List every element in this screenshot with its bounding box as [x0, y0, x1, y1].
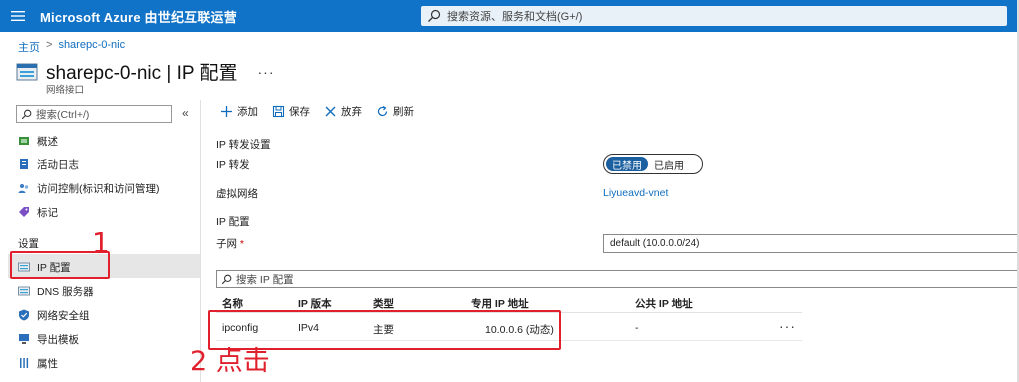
sidebar-item-label: 访问控制(标识和访问管理) [37, 182, 160, 195]
breadcrumb-home[interactable]: 主页 [18, 39, 40, 55]
add-label: 添加 [237, 106, 258, 118]
add-button[interactable]: 添加 [220, 104, 258, 119]
sidebar-item-label: 概述 [37, 135, 58, 148]
sidebar-search-placeholder: 搜索(Ctrl+/) [36, 108, 90, 121]
sidebar-item-label: 网络安全组 [37, 309, 90, 322]
properties-icon [20, 358, 29, 368]
sidebar-item-label: 导出模板 [37, 333, 79, 346]
column-header-ip-version[interactable]: IP 版本 [298, 296, 332, 311]
tag-icon [19, 207, 29, 217]
activity-log-icon [20, 159, 28, 169]
overview-icon [19, 137, 29, 145]
sidebar-item-export-template[interactable]: 导出模板 [18, 328, 79, 350]
page-title: sharepc-0-nic | IP 配置 [46, 63, 238, 84]
toggle-option-disabled[interactable]: 已禁用 [606, 157, 648, 172]
nsg-icon [19, 309, 29, 321]
breadcrumb-current[interactable]: sharepc-0-nic [58, 39, 125, 55]
sidebar-item-tags[interactable]: 标记 [18, 201, 58, 223]
more-options-icon[interactable]: ··· [258, 64, 275, 80]
export-icon [19, 334, 29, 344]
search-icon [221, 274, 232, 284]
top-bar: Microsoft Azure 由世纪互联运营 搜索资源、服务和文档(G+/) [0, 0, 1019, 32]
sidebar-section-settings: 设置 [18, 238, 39, 250]
row-more-options-icon[interactable]: ··· [779, 318, 796, 334]
discard-label: 放弃 [341, 106, 362, 118]
global-search-input[interactable]: 搜索资源、服务和文档(G+/) [421, 6, 1007, 26]
sidebar-item-label: 标记 [37, 206, 58, 219]
vnet-label: 虚拟网络 [216, 188, 258, 200]
global-search-placeholder: 搜索资源、服务和文档(G+/) [447, 11, 583, 23]
access-control-icon [18, 184, 29, 193]
page-header: sharepc-0-nic | IP 配置 ··· [16, 58, 275, 85]
sidebar-item-properties[interactable]: 属性 [18, 352, 58, 374]
toggle-option-enabled[interactable]: 已启用 [648, 157, 690, 172]
sidebar-item-dns[interactable]: DNS 服务器 [18, 280, 94, 302]
ip-config-search-placeholder: 搜索 IP 配置 [236, 273, 294, 286]
ip-forward-label: IP 转发 [216, 159, 250, 171]
refresh-button[interactable]: 刷新 [376, 104, 414, 119]
refresh-icon [377, 105, 388, 117]
portal-brand[interactable]: Microsoft Azure 由世纪互联运营 [40, 7, 237, 26]
sidebar-item-label: 属性 [37, 357, 58, 370]
sidebar-item-label: DNS 服务器 [37, 285, 94, 298]
collapse-sidebar-icon[interactable]: « [182, 106, 189, 120]
save-button[interactable]: 保存 [272, 104, 310, 119]
ip-config-search-input[interactable]: 搜索 IP 配置 [216, 270, 1019, 288]
cell-public-ip: - [635, 322, 639, 334]
column-header-type[interactable]: 类型 [373, 296, 394, 311]
column-header-public-ip[interactable]: 公共 IP 地址 [635, 296, 693, 311]
required-marker: * [239, 238, 245, 250]
sidebar-item-access-control[interactable]: 访问控制(标识和访问管理) [18, 177, 160, 199]
search-icon [21, 109, 32, 119]
refresh-label: 刷新 [393, 106, 414, 118]
ip-forward-heading: IP 转发设置 [216, 139, 271, 151]
sidebar-item-label: 活动日志 [37, 158, 79, 171]
column-header-name[interactable]: 名称 [222, 296, 243, 311]
hamburger-menu-icon[interactable] [0, 0, 36, 32]
sidebar-search-input[interactable]: 搜索(Ctrl+/) [16, 105, 172, 123]
annotation-step-1: 1 [92, 226, 110, 259]
save-icon [272, 105, 285, 118]
sidebar-item-overview[interactable]: 概述 [18, 130, 58, 152]
page-subtitle: 网络接口 [46, 85, 85, 96]
column-header-private-ip[interactable]: 专用 IP 地址 [471, 296, 529, 311]
command-toolbar: 添加 保存 放弃 刷新 [220, 104, 414, 119]
subnet-label: 子网 * [216, 236, 244, 251]
sidebar-item-activity-log[interactable]: 活动日志 [18, 153, 79, 175]
dns-icon [18, 286, 30, 296]
save-label: 保存 [289, 106, 310, 118]
ip-forward-toggle[interactable]: 已禁用 已启用 [603, 154, 703, 174]
annotation-step-2: 2 点击 [190, 346, 270, 377]
chevron-right-icon: > [46, 39, 53, 51]
close-icon [325, 106, 336, 117]
ip-config-heading: IP 配置 [216, 216, 250, 228]
breadcrumb: 主页 > sharepc-0-nic [18, 39, 125, 55]
network-interface-icon [16, 63, 38, 80]
search-icon [428, 9, 441, 22]
subnet-label-text: 子网 [216, 238, 237, 250]
sidebar-item-nsg[interactable]: 网络安全组 [18, 304, 90, 326]
subnet-select[interactable]: default (10.0.0.0/24) [603, 234, 1019, 253]
vnet-link[interactable]: Liyueavd-vnet [603, 187, 668, 199]
discard-button[interactable]: 放弃 [324, 104, 362, 119]
plus-icon [221, 106, 232, 117]
